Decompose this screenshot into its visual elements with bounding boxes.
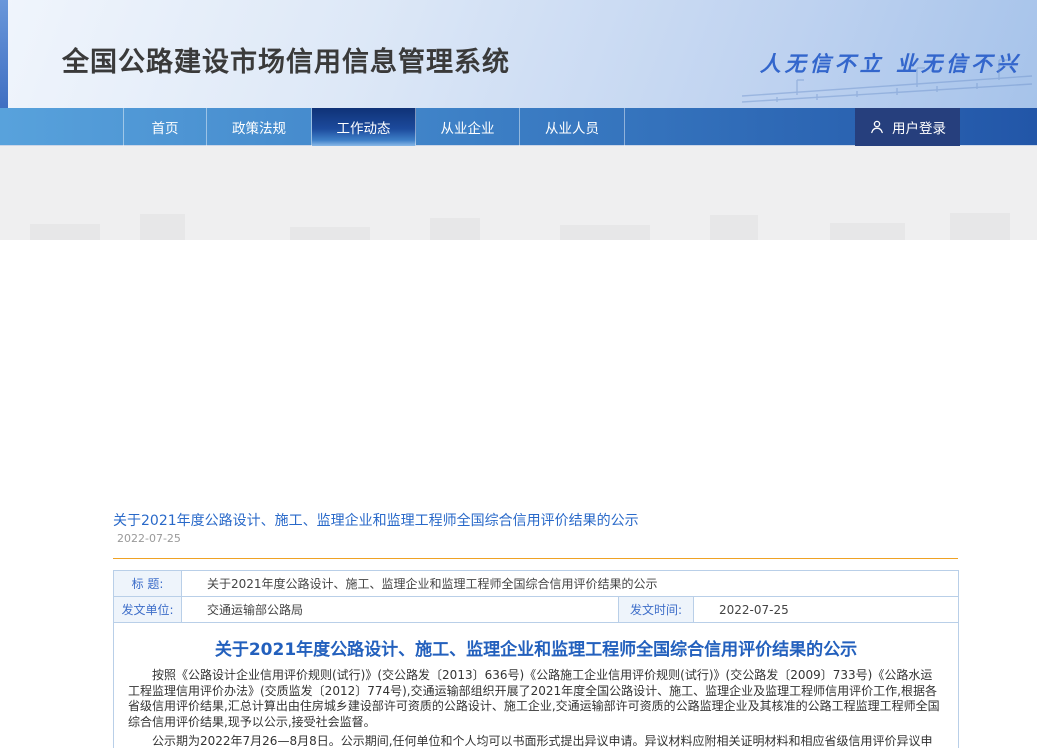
search-section: 工作动态标题查询 搜 索 — [0, 146, 1037, 240]
main-nav: 首页 政策法规 工作动态 从业企业 从业人员 用户登录 — [0, 108, 1037, 146]
nav-tab-enterprises[interactable]: 从业企业 — [416, 108, 520, 146]
article-content: 关于2021年度公路设计、施工、监理企业和监理工程师全国综合信用评价结果的公示 … — [0, 240, 1037, 748]
document-body: 关于2021年度公路设计、施工、监理企业和监理工程师全国综合信用评价结果的公示 … — [114, 623, 959, 748]
login-label: 用户登录 — [892, 117, 946, 137]
article-list-date: 2022-07-25 — [117, 532, 181, 545]
nav-tab-policies[interactable]: 政策法规 — [207, 108, 312, 146]
header-left-stripe — [0, 0, 8, 108]
table-row: 标 题: 关于2021年度公路设计、施工、监理企业和监理工程师全国综合信用评价结… — [114, 571, 959, 597]
article-box: 标 题: 关于2021年度公路设计、施工、监理企业和监理工程师全国综合信用评价结… — [113, 570, 958, 748]
nav-tab-personnel[interactable]: 从业人员 — [520, 108, 625, 146]
site-title: 全国公路建设市场信用信息管理系统 — [62, 40, 510, 79]
user-icon — [869, 119, 885, 135]
page: 全国公路建设市场信用信息管理系统 人无信不立 业无信不兴 首页 政策法规 工作动… — [0, 0, 1037, 748]
document-paragraph: 按照《公路设计企业信用评价规则(试行)》(交公路发〔2013〕636号)《公路施… — [128, 668, 944, 730]
site-header: 全国公路建设市场信用信息管理系统 人无信不立 业无信不兴 — [0, 0, 1037, 108]
meta-title-label: 标 题: — [114, 571, 182, 597]
nav-tabs: 首页 政策法规 工作动态 从业企业 从业人员 — [123, 108, 625, 146]
meta-title-value: 关于2021年度公路设计、施工、监理企业和监理工程师全国综合信用评价结果的公示 — [182, 571, 959, 597]
document-paragraph: 公示期为2022年7月26—8月8日。公示期间,任何单位和个人均可以书面形式提出… — [128, 734, 944, 748]
meta-unit-value: 交通运输部公路局 — [182, 597, 619, 623]
login-button[interactable]: 用户登录 — [855, 108, 960, 146]
table-row: 发文单位: 交通运输部公路局 发文时间: 2022-07-25 — [114, 597, 959, 623]
meta-time-value: 2022-07-25 — [694, 597, 959, 623]
meta-time-label: 发文时间: — [619, 597, 694, 623]
nav-tab-work-news[interactable]: 工作动态 — [312, 108, 416, 146]
article-meta-table: 标 题: 关于2021年度公路设计、施工、监理企业和监理工程师全国综合信用评价结… — [113, 570, 959, 748]
bridge-decoration-icon — [737, 56, 1037, 108]
document-heading: 关于2021年度公路设计、施工、监理企业和监理工程师全国综合信用评价结果的公示 — [128, 635, 944, 660]
skyline-decoration — [0, 198, 1037, 240]
nav-tab-home[interactable]: 首页 — [123, 108, 207, 146]
article-list-title[interactable]: 关于2021年度公路设计、施工、监理企业和监理工程师全国综合信用评价结果的公示 — [113, 510, 639, 530]
meta-unit-label: 发文单位: — [114, 597, 182, 623]
table-row: 关于2021年度公路设计、施工、监理企业和监理工程师全国综合信用评价结果的公示 … — [114, 623, 959, 748]
orange-divider — [113, 558, 958, 559]
